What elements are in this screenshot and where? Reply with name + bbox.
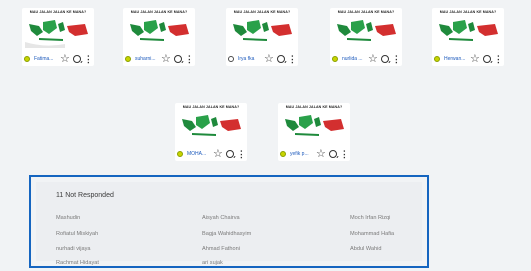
- submitted-status-icon: [280, 151, 286, 157]
- response-thumbnail[interactable]: MAU JALAN JALAN KE MANA?: [333, 8, 399, 48]
- submitted-status-icon: [125, 56, 131, 62]
- indonesia-map-image: [130, 20, 189, 41]
- student-name-link[interactable]: nurlida ...: [342, 56, 366, 62]
- not-responded-name: Mohammad Hafia: [350, 231, 395, 237]
- submitted-status-icon: [434, 56, 440, 62]
- more-vertical-icon[interactable]: ⋮: [185, 54, 194, 64]
- response-card[interactable]: MAU JALAN JALAN KE MANA? suharni... ☆ ⋮: [123, 8, 195, 66]
- more-vertical-icon[interactable]: ⋮: [84, 54, 93, 64]
- indonesia-map-image: [439, 20, 498, 41]
- more-vertical-icon[interactable]: ⋮: [237, 149, 246, 159]
- response-card[interactable]: MAU JALAN JALAN KE MANA? MOHA... ☆ ⋮: [175, 103, 247, 161]
- response-thumbnail[interactable]: MAU JALAN JALAN KE MANA?: [178, 103, 244, 143]
- indonesia-map-image: [337, 20, 396, 41]
- comment-icon[interactable]: [173, 55, 182, 63]
- response-thumbnail[interactable]: MAU JALAN JALAN KE MANA?: [25, 8, 91, 48]
- not-responded-name: Rofiatul Miskiyah: [56, 231, 99, 237]
- not-responded-name: Abdul Wahid: [350, 246, 382, 252]
- student-name-link[interactable]: MOHA...: [187, 151, 211, 157]
- student-name-link[interactable]: yefik p...: [290, 151, 314, 157]
- comment-icon[interactable]: [482, 55, 491, 63]
- response-card[interactable]: MAU JALAN JALAN KE MANA? Fatima... ☆ ⋮: [22, 8, 94, 66]
- not-responded-name: Rachmat Hidayat: [56, 260, 99, 266]
- more-vertical-icon[interactable]: ⋮: [340, 149, 349, 159]
- more-vertical-icon[interactable]: ⋮: [494, 54, 503, 64]
- star-icon[interactable]: ☆: [161, 53, 171, 65]
- response-thumbnail[interactable]: MAU JALAN JALAN KE MANA?: [281, 103, 347, 143]
- student-name-link[interactable]: Fatima...: [34, 56, 58, 62]
- star-icon[interactable]: ☆: [264, 53, 274, 65]
- comment-icon[interactable]: [72, 55, 81, 63]
- more-vertical-icon[interactable]: ⋮: [392, 54, 401, 64]
- student-name-link[interactable]: Herwan...: [444, 56, 468, 62]
- comment-icon[interactable]: [328, 150, 337, 158]
- indonesia-map-image: [182, 115, 241, 136]
- student-name-link[interactable]: Irya fka: [238, 56, 262, 62]
- star-icon[interactable]: ☆: [213, 148, 223, 160]
- star-icon[interactable]: ☆: [60, 53, 70, 65]
- comment-icon[interactable]: [380, 55, 389, 63]
- not-responded-title: 11 Not Responded: [56, 192, 114, 199]
- submitted-status-icon: [332, 56, 338, 62]
- response-thumbnail[interactable]: MAU JALAN JALAN KE MANA?: [229, 8, 295, 48]
- not-responded-name: ari sujak: [202, 260, 223, 266]
- not-responded-name: Bagja Wahidhasyim: [202, 231, 252, 237]
- response-card[interactable]: MAU JALAN JALAN KE MANA? yefik p... ☆ ⋮: [278, 103, 350, 161]
- comment-icon[interactable]: [276, 55, 285, 63]
- not-responded-name: Mashudin: [56, 215, 81, 221]
- pending-status-icon: [228, 56, 234, 62]
- submitted-status-icon: [24, 56, 30, 62]
- student-name-link[interactable]: suharni...: [135, 56, 159, 62]
- star-icon[interactable]: ☆: [368, 53, 378, 65]
- indonesia-map-image: [25, 20, 88, 48]
- submitted-status-icon: [177, 151, 183, 157]
- response-card[interactable]: MAU JALAN JALAN KE MANA? Irya fka ☆ ⋮: [226, 8, 298, 66]
- more-vertical-icon[interactable]: ⋮: [288, 54, 297, 64]
- response-card[interactable]: MAU JALAN JALAN KE MANA? Herwan... ☆ ⋮: [432, 8, 504, 66]
- star-icon[interactable]: ☆: [316, 148, 326, 160]
- not-responded-name: Ahmad Fathoni: [202, 246, 240, 252]
- not-responded-panel: 11 Not Responded Mashudin Aisyah Chairva…: [29, 175, 429, 268]
- comment-icon[interactable]: [225, 150, 234, 158]
- indonesia-map-image: [285, 115, 344, 136]
- response-card[interactable]: MAU JALAN JALAN KE MANA? nurlida ... ☆ ⋮: [330, 8, 402, 66]
- not-responded-name: Moch Irfan Rizqi: [350, 215, 391, 221]
- star-icon[interactable]: ☆: [470, 53, 480, 65]
- indonesia-map-image: [233, 20, 292, 41]
- response-thumbnail[interactable]: MAU JALAN JALAN KE MANA?: [435, 8, 501, 48]
- not-responded-name: nurhadi vijaya: [56, 246, 91, 252]
- not-responded-list: 11 Not Responded Mashudin Aisyah Chairva…: [36, 182, 422, 266]
- not-responded-name: Aisyah Chairva: [202, 215, 240, 221]
- response-thumbnail[interactable]: MAU JALAN JALAN KE MANA?: [126, 8, 192, 48]
